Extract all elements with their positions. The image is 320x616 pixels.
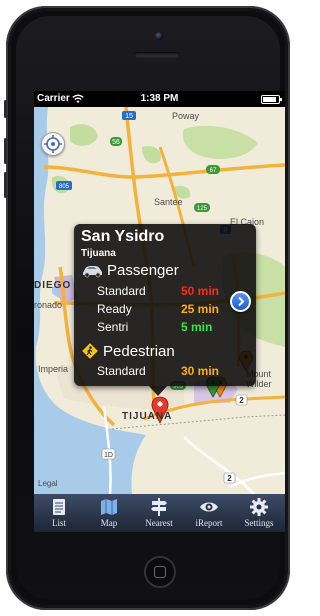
map-view[interactable]: 15 56 805 125 8 67 905 2 1D 2 xyxy=(34,107,285,494)
tab-label: Settings xyxy=(244,518,274,528)
lane-header-pedestrian: Pedestrian xyxy=(81,342,175,360)
tab-nearest[interactable]: Nearest xyxy=(134,494,184,532)
place-label: Poway xyxy=(172,111,200,121)
wait-time: 5 min xyxy=(181,320,213,334)
lane-header-passenger: Passenger xyxy=(81,262,179,279)
highway-shield-2-south: 2 xyxy=(223,472,236,484)
status-time: 1:38 PM xyxy=(140,93,179,104)
svg-text:805: 805 xyxy=(59,184,70,190)
car-icon xyxy=(83,265,102,277)
chevron-right-icon xyxy=(238,296,245,307)
place-label: DIEGO xyxy=(34,280,72,291)
crossing-subtitle: Tijuana xyxy=(81,248,116,259)
pedestrian-icon xyxy=(81,342,99,360)
svg-text:15: 15 xyxy=(125,113,133,120)
tab-map[interactable]: Map xyxy=(84,494,134,532)
gear-icon xyxy=(250,498,268,516)
signpost-icon xyxy=(151,498,167,516)
crossing-name: San Ysidro xyxy=(81,228,165,245)
highway-shield-1D: 1D xyxy=(101,448,116,460)
volume-up-button xyxy=(4,138,7,164)
status-bar: Carrier 1:38 PM xyxy=(34,91,285,107)
tab-list[interactable]: List xyxy=(34,494,84,532)
highway-shield-15: 15 xyxy=(122,111,136,120)
detail-disclosure-button[interactable] xyxy=(230,291,251,312)
tab-label: iReport xyxy=(195,518,223,528)
compass-icon xyxy=(44,135,62,153)
svg-text:67: 67 xyxy=(210,168,217,174)
lane-row-label: Sentri xyxy=(97,320,129,334)
svg-text:2: 2 xyxy=(227,474,232,483)
highway-shield-805: 805 xyxy=(56,181,72,190)
tab-label: Map xyxy=(100,518,118,528)
place-label: Imperia xyxy=(38,364,69,374)
lane-row-label: Standard xyxy=(97,364,146,378)
svg-text:1D: 1D xyxy=(104,452,113,459)
mute-switch xyxy=(4,100,7,118)
place-label: Santee xyxy=(154,197,183,207)
highway-shield-125: 125 xyxy=(194,203,210,212)
tab-bar: List Map Nearest iReport Settings xyxy=(34,494,285,532)
home-button[interactable] xyxy=(144,556,176,588)
earpiece-speaker xyxy=(134,52,180,58)
lane-name: Passenger xyxy=(107,262,179,279)
wait-time: 30 min xyxy=(181,364,220,378)
list-icon xyxy=(53,499,65,515)
tab-settings[interactable]: Settings xyxy=(234,494,284,532)
wait-time: 25 min xyxy=(181,302,220,316)
legal-link[interactable]: Legal xyxy=(38,479,58,488)
lane-row-label: Ready xyxy=(97,302,132,316)
highway-shield-2: 2 xyxy=(235,394,248,406)
phone-screen: Carrier 1:38 PM 15 56 805 125 67 905 2 1… xyxy=(34,91,285,532)
highway-shield-67: 67 xyxy=(206,165,220,174)
volume-down-button xyxy=(4,172,7,198)
eye-icon xyxy=(200,502,218,512)
highway-shield-56: 56 xyxy=(110,137,122,146)
svg-text:2: 2 xyxy=(239,396,244,405)
map-icon xyxy=(101,499,117,515)
lane-name: Pedestrian xyxy=(103,342,175,360)
front-camera xyxy=(155,32,163,40)
battery-icon xyxy=(261,95,282,104)
crossing-callout[interactable]: San Ysidro Tijuana Passenger Standard 50… xyxy=(74,224,256,386)
place-label: TIJUANA xyxy=(122,411,173,422)
tab-ireport[interactable]: iReport xyxy=(184,494,234,532)
wait-time: 50 min xyxy=(181,284,220,298)
lane-row-label: Standard xyxy=(97,284,146,298)
svg-text:56: 56 xyxy=(112,139,120,146)
place-label: ronado xyxy=(34,300,63,310)
callout-pointer xyxy=(149,386,167,396)
svg-text:125: 125 xyxy=(197,206,208,212)
tab-label: Nearest xyxy=(145,518,173,528)
tab-label: List xyxy=(51,518,66,528)
locate-me-button[interactable] xyxy=(41,132,65,156)
